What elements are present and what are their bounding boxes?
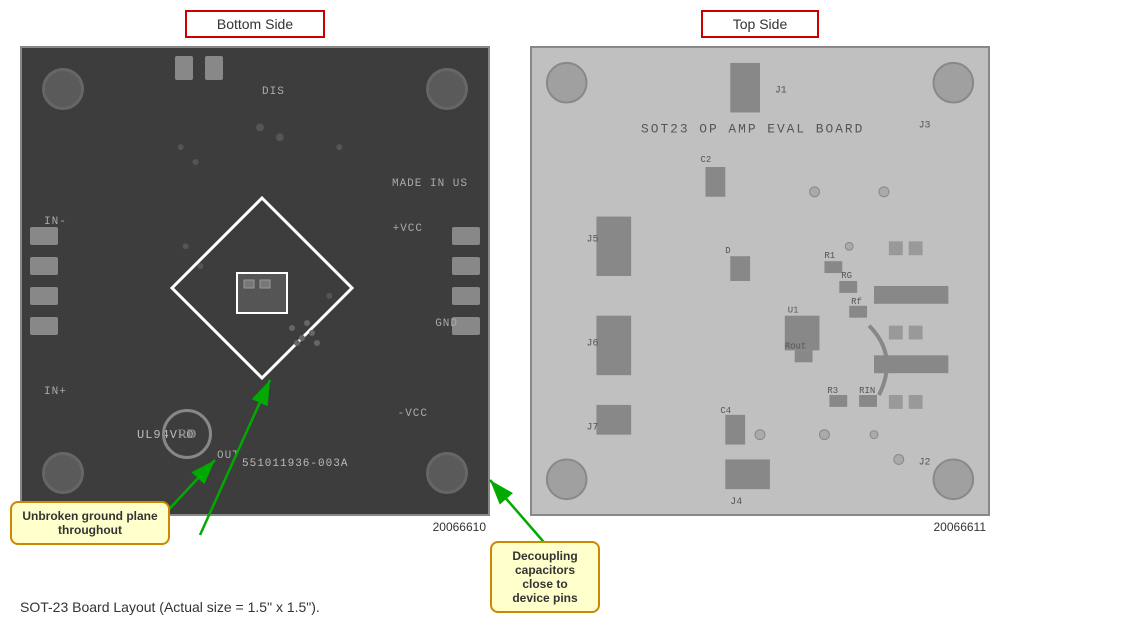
svg-text:J1: J1 bbox=[775, 85, 787, 96]
svg-text:J7: J7 bbox=[587, 422, 599, 433]
svg-text:RG: RG bbox=[841, 271, 852, 281]
callout-decoupling-caps: Decoupling capacitors close to device pi… bbox=[490, 541, 600, 613]
callout-unbroken-ground: Unbroken ground plane throughout bbox=[10, 501, 170, 545]
svg-text:J2: J2 bbox=[919, 456, 931, 467]
svg-text:J4: J4 bbox=[730, 496, 742, 507]
svg-text:C2: C2 bbox=[701, 155, 712, 165]
svg-text:J5: J5 bbox=[587, 233, 599, 244]
svg-text:D: D bbox=[725, 246, 730, 256]
svg-text:Rout: Rout bbox=[785, 341, 806, 351]
svg-text:J3: J3 bbox=[919, 119, 931, 130]
bottom-side-label: Bottom Side bbox=[185, 10, 325, 38]
svg-text:C4: C4 bbox=[720, 406, 731, 416]
svg-text:R1: R1 bbox=[824, 251, 835, 261]
top-side-board: SOT23 OP AMP EVAL BOARD J1 J3 J2 J4 J5 J… bbox=[530, 46, 990, 516]
bottom-side-board: DIS MADE IN US +VCC GND -VCC IN- IN+ OUT… bbox=[20, 46, 490, 516]
svg-text:U1: U1 bbox=[788, 306, 799, 316]
top-side-label: Top Side bbox=[701, 10, 819, 38]
right-image-number: 20066611 bbox=[530, 520, 990, 534]
svg-text:SOT23 OP AMP EVAL BOARD: SOT23 OP AMP EVAL BOARD bbox=[641, 121, 864, 136]
svg-text:R3: R3 bbox=[827, 386, 838, 396]
svg-text:Rf: Rf bbox=[851, 297, 862, 307]
svg-text:RIN: RIN bbox=[859, 386, 875, 396]
bottom-caption: SOT-23 Board Layout (Actual size = 1.5" … bbox=[20, 599, 320, 615]
svg-text:J6: J6 bbox=[587, 337, 599, 348]
